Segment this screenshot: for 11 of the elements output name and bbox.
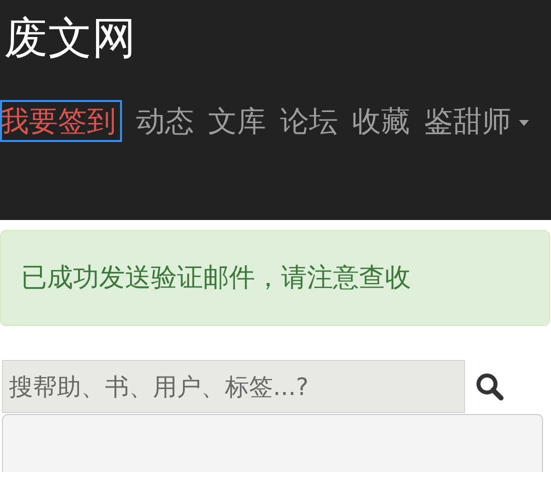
search-icon bbox=[475, 372, 505, 402]
nav-link[interactable]: 文库 bbox=[208, 100, 266, 142]
nav-link[interactable]: 收藏 bbox=[352, 100, 410, 142]
search-field[interactable]: 搜帮助、书、用户、标签...? bbox=[2, 360, 465, 413]
site-title[interactable]: 废文网 bbox=[4, 8, 136, 70]
sign-in-link[interactable]: 我要签到 bbox=[0, 100, 122, 142]
nav-link[interactable]: 动态 bbox=[136, 100, 194, 142]
nav-link[interactable]: 论坛 bbox=[280, 100, 338, 142]
alert-message: 已成功发送验证邮件，请注意查收 bbox=[21, 262, 411, 294]
caret-icon bbox=[519, 120, 529, 126]
dropdown-toggle[interactable]: 鉴甜师 bbox=[424, 100, 529, 142]
